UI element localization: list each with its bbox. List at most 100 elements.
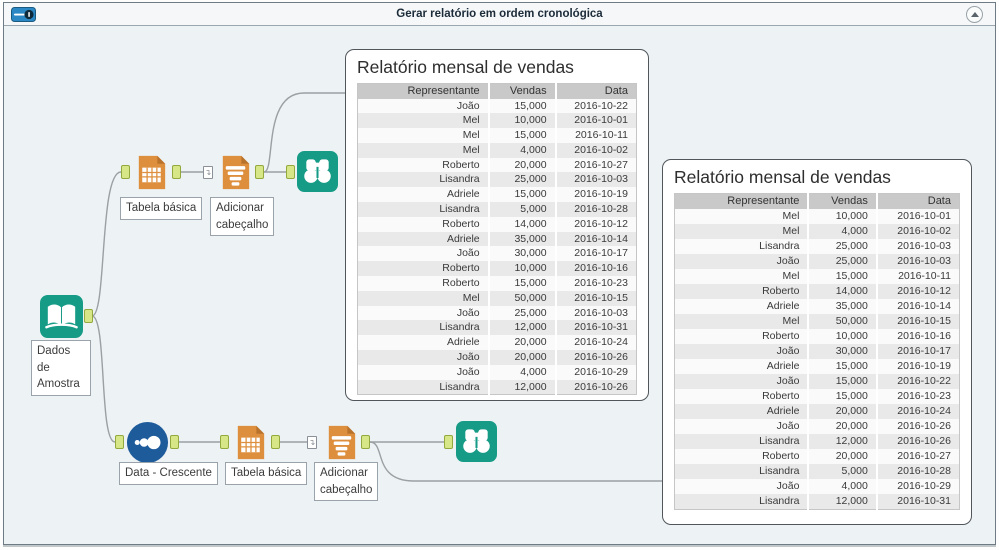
output-anchor[interactable] — [361, 435, 370, 449]
table-cell: 4,000 — [808, 478, 878, 494]
table-row: Adriele 20,000 2016-10-24 — [674, 403, 960, 419]
table-row: Adriele 35,000 2016-10-14 — [357, 231, 637, 247]
table-cell: Roberto — [674, 328, 810, 344]
connector[interactable] — [369, 441, 664, 482]
report-table-wrap: Representante Vendas Data João 15,000 2016-10… — [357, 83, 637, 396]
workflow-canvas[interactable]: Dados de Amostra Tabela básica ↴ Adicion… — [4, 26, 995, 544]
input-anchor[interactable] — [121, 165, 130, 179]
table-cell: Adriele — [357, 231, 490, 247]
table-cell: 2016-10-03 — [555, 305, 637, 321]
column-header: Data — [555, 83, 637, 99]
table-cell: 2016-10-26 — [555, 379, 637, 395]
table-cell: 2016-10-28 — [555, 202, 637, 217]
connector[interactable] — [91, 315, 116, 443]
dots-ascending-icon — [126, 421, 169, 464]
input-anchor[interactable] — [444, 435, 453, 449]
tool-label[interactable]: Adicionar cabeçalho — [210, 197, 274, 237]
table-cell: Lisandra — [674, 463, 810, 479]
table-cell: 2016-10-22 — [555, 98, 637, 114]
table-cell: 5,000 — [488, 202, 557, 217]
tool-label[interactable]: Tabela básica — [120, 197, 203, 220]
input-anchor[interactable]: ↴ — [307, 436, 317, 449]
table-header-row: Representante Vendas Data — [674, 193, 960, 209]
input-anchor[interactable] — [220, 435, 229, 449]
table-cell: João — [357, 98, 490, 114]
tool-label[interactable]: Tabela básica — [225, 462, 308, 485]
table-row: Roberto 15,000 2016-10-23 — [674, 388, 960, 404]
table-row: Lisandra 12,000 2016-10-26 — [674, 433, 960, 449]
table-cell: 2016-10-27 — [876, 448, 960, 464]
tool-add-header-bottom[interactable] — [322, 423, 361, 462]
table-row: João 20,000 2016-10-26 — [357, 350, 637, 365]
table-cell: Mel — [357, 142, 490, 158]
table-cell: João — [674, 478, 810, 494]
binoculars-icon — [297, 151, 338, 192]
table-cell: 2016-10-15 — [555, 290, 637, 306]
table-cell: Adriele — [674, 403, 810, 419]
table-cell: Roberto — [674, 283, 810, 299]
connector[interactable] — [91, 171, 122, 317]
table-row: Mel 15,000 2016-10-11 — [357, 128, 637, 143]
input-anchor[interactable] — [286, 165, 295, 179]
table-cell: 50,000 — [488, 290, 557, 306]
table-row: Adriele 35,000 2016-10-14 — [674, 298, 960, 314]
table-cell: 2016-10-26 — [876, 418, 960, 434]
table-cell: 20,000 — [808, 448, 878, 464]
table-row: Roberto 10,000 2016-10-16 — [674, 328, 960, 344]
tool-basic-table-bottom[interactable] — [231, 423, 270, 462]
report-card-unsorted[interactable]: Relatório mensal de vendas Representante… — [345, 49, 649, 401]
table-cell: Roberto — [357, 216, 490, 232]
output-anchor[interactable] — [170, 435, 179, 449]
table-cell: Mel — [674, 268, 810, 284]
tool-basic-table-top[interactable] — [132, 153, 171, 192]
table-cell: 4,000 — [808, 223, 878, 239]
table-cell: Roberto — [674, 448, 810, 464]
table-cell: 12,000 — [488, 379, 557, 395]
tool-add-header-top[interactable] — [216, 153, 255, 192]
tool-browse-top[interactable] — [297, 151, 338, 192]
table-cell: 20,000 — [808, 403, 878, 419]
table-row: Lisandra 5,000 2016-10-28 — [674, 463, 960, 479]
output-anchor[interactable] — [84, 309, 93, 323]
table-cell: 2016-10-11 — [876, 268, 960, 284]
input-anchor[interactable] — [115, 435, 124, 449]
collapse-button[interactable] — [966, 6, 983, 23]
output-anchor[interactable] — [271, 435, 280, 449]
tool-label[interactable]: Adicionar cabeçalho — [314, 462, 378, 502]
table-cell: 12,000 — [808, 433, 878, 449]
table-cell: 2016-10-01 — [555, 113, 637, 129]
output-anchor[interactable] — [172, 165, 181, 179]
table-cell: 4,000 — [488, 142, 557, 158]
table-cell: João — [674, 418, 810, 434]
output-anchor[interactable] — [255, 165, 264, 179]
table-cell: Adriele — [357, 335, 490, 351]
tool-browse-bottom[interactable] — [456, 421, 497, 462]
chevron-up-icon — [970, 11, 979, 17]
table-cell: Adriele — [357, 187, 490, 203]
report-card-sorted[interactable]: Relatório mensal de vendas Representante… — [662, 159, 972, 525]
table-cell: Roberto — [357, 261, 490, 277]
input-anchor[interactable]: ↴ — [203, 166, 213, 179]
container-titlebar[interactable]: Gerar relatório em ordem cronológica — [4, 3, 995, 26]
report-title: Relatório mensal de vendas — [674, 167, 891, 187]
tool-label[interactable]: Data - Crescente — [119, 462, 218, 485]
table-row: Roberto 20,000 2016-10-27 — [674, 448, 960, 464]
table-cell: Roberto — [357, 157, 490, 173]
table-cell: 15,000 — [808, 268, 878, 284]
tool-sort-date-ascending[interactable] — [126, 421, 169, 464]
table-cell: Mel — [357, 290, 490, 306]
table-cell: 10,000 — [488, 261, 557, 277]
report-table: Representante Vendas Data Mel 10,000 2016-10-… — [674, 193, 960, 510]
open-book-icon — [40, 295, 83, 338]
table-cell: 2016-10-14 — [876, 298, 960, 314]
table-cell: Mel — [357, 113, 490, 129]
table-row: Lisandra 12,000 2016-10-31 — [674, 493, 960, 509]
table-cell: 50,000 — [808, 313, 878, 329]
table-cell: 2016-10-23 — [876, 388, 960, 404]
table-cell: João — [674, 253, 810, 269]
tool-label[interactable]: Dados de Amostra — [31, 340, 91, 397]
table-row: Roberto 20,000 2016-10-27 — [357, 157, 637, 173]
table-cell: 15,000 — [808, 388, 878, 404]
tool-input-data[interactable] — [40, 295, 83, 338]
table-cell: 2016-10-03 — [555, 172, 637, 188]
